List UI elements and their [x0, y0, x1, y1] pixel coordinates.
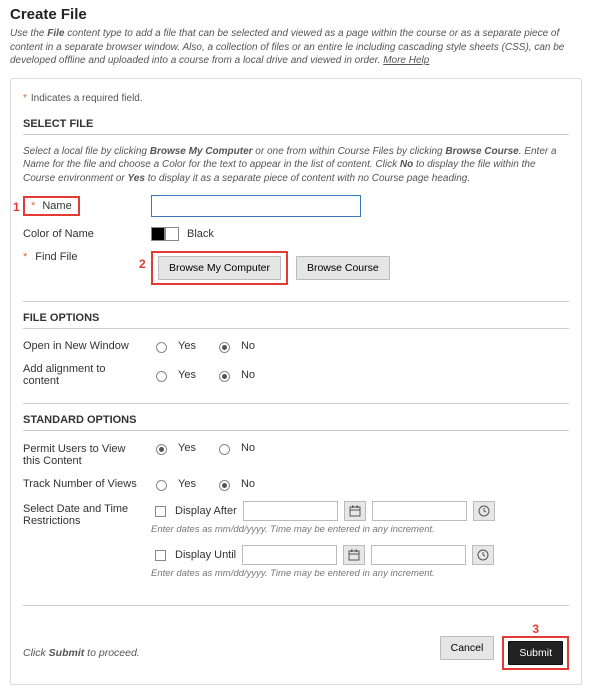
- field-row-open-new-window: Open in New Window Yes No: [23, 339, 569, 353]
- divider: [23, 605, 569, 606]
- required-indicator-note: *Indicates a required field.: [23, 93, 569, 104]
- page-intro: Use the File content type to add a file …: [10, 27, 582, 68]
- date-restrictions-label: Select Date and Time Restrictions: [23, 503, 143, 527]
- browse-my-computer-button[interactable]: Browse My Computer: [158, 256, 281, 280]
- callout-number-1: 1: [13, 200, 20, 214]
- display-after-time-input[interactable]: [372, 501, 467, 521]
- name-label-cell: 1 * Name: [23, 196, 143, 216]
- field-row-name: 1 * Name: [23, 195, 569, 217]
- display-until-time-input[interactable]: [371, 545, 466, 565]
- add-alignment-label: Add alignment to content: [23, 363, 143, 387]
- display-after-block: Display After Enter dates as mm/dd/yyyy.…: [151, 501, 569, 535]
- display-after-date-input[interactable]: [243, 501, 338, 521]
- section-title-select-file: SELECT FILE: [23, 118, 569, 135]
- display-after-checkbox[interactable]: [155, 506, 166, 517]
- color-swatch-picker[interactable]: [151, 227, 179, 241]
- no-label: No: [241, 369, 255, 381]
- no-label: No: [241, 340, 255, 352]
- required-star-icon: *: [23, 251, 27, 263]
- open-new-window-yes-radio[interactable]: [156, 342, 167, 353]
- field-row-permit-view: Permit Users to View this Content Yes No: [23, 441, 569, 467]
- display-until-block: Display Until Enter dates as mm/dd/yyyy.…: [151, 545, 569, 579]
- section-desc-select-file: Select a local file by clicking Browse M…: [23, 145, 569, 186]
- field-row-find-file: * Find File 2 Browse My Computer Browse …: [23, 251, 569, 285]
- main-panel: *Indicates a required field. SELECT FILE…: [10, 78, 582, 686]
- cancel-button[interactable]: Cancel: [440, 636, 495, 660]
- create-file-page: Create File Use the File content type to…: [0, 0, 592, 699]
- footer-row: Click Submit to proceed. Cancel 3 Submit: [23, 636, 569, 670]
- display-after-calendar-button[interactable]: [344, 501, 366, 521]
- color-of-name-label: Color of Name: [23, 228, 94, 240]
- no-label: No: [241, 442, 255, 454]
- add-alignment-no-radio[interactable]: [219, 371, 230, 382]
- display-after-hint: Enter dates as mm/dd/yyyy. Time may be e…: [151, 524, 569, 535]
- track-views-yes-radio[interactable]: [156, 480, 167, 491]
- display-until-checkbox[interactable]: [155, 550, 166, 561]
- submit-button[interactable]: Submit: [508, 641, 563, 665]
- track-views-label: Track Number of Views: [23, 478, 137, 490]
- display-after-clock-button[interactable]: [473, 501, 495, 521]
- more-help-link[interactable]: More Help: [383, 55, 429, 66]
- color-current-value: Black: [187, 228, 214, 240]
- permit-view-yes-radio[interactable]: [156, 444, 167, 455]
- permit-view-label: Permit Users to View this Content: [23, 443, 143, 467]
- open-new-window-label: Open in New Window: [23, 340, 129, 352]
- divider: [23, 301, 569, 302]
- display-until-date-input[interactable]: [242, 545, 337, 565]
- field-row-color: Color of Name Black: [23, 227, 569, 241]
- find-file-label: Find File: [35, 251, 77, 263]
- add-alignment-yes-radio[interactable]: [156, 371, 167, 382]
- display-until-hint: Enter dates as mm/dd/yyyy. Time may be e…: [151, 568, 569, 579]
- field-row-track-views: Track Number of Views Yes No: [23, 477, 569, 491]
- yes-label: Yes: [178, 442, 196, 454]
- required-star-icon: *: [23, 93, 27, 104]
- yes-label: Yes: [178, 478, 196, 490]
- display-until-clock-button[interactable]: [472, 545, 494, 565]
- field-row-add-alignment: Add alignment to content Yes No: [23, 363, 569, 387]
- display-after-label: Display After: [175, 505, 237, 517]
- swatch-black-icon: [151, 227, 165, 241]
- required-star-icon: *: [31, 200, 35, 212]
- clock-icon: [477, 549, 489, 561]
- section-title-standard-options: STANDARD OPTIONS: [23, 414, 569, 431]
- swatch-white-icon: [165, 227, 179, 241]
- no-label: No: [241, 478, 255, 490]
- footer-note: Click Submit to proceed.: [23, 647, 140, 659]
- permit-view-no-radio[interactable]: [219, 444, 230, 455]
- calendar-icon: [348, 549, 360, 561]
- open-new-window-no-radio[interactable]: [219, 342, 230, 353]
- display-until-calendar-button[interactable]: [343, 545, 365, 565]
- page-title: Create File: [10, 6, 582, 23]
- track-views-no-radio[interactable]: [219, 480, 230, 491]
- clock-icon: [478, 505, 490, 517]
- field-row-date-restrictions: Select Date and Time Restrictions Displa…: [23, 501, 569, 589]
- yes-label: Yes: [178, 340, 196, 352]
- name-label: Name: [42, 200, 71, 212]
- calendar-icon: [349, 505, 361, 517]
- divider: [23, 403, 569, 404]
- name-input[interactable]: [151, 195, 361, 217]
- section-title-file-options: FILE OPTIONS: [23, 312, 569, 329]
- callout-number-3: 3: [532, 622, 539, 636]
- callout-number-2: 2: [139, 257, 146, 271]
- yes-label: Yes: [178, 369, 196, 381]
- display-until-label: Display Until: [175, 549, 236, 561]
- browse-course-button[interactable]: Browse Course: [296, 256, 390, 280]
